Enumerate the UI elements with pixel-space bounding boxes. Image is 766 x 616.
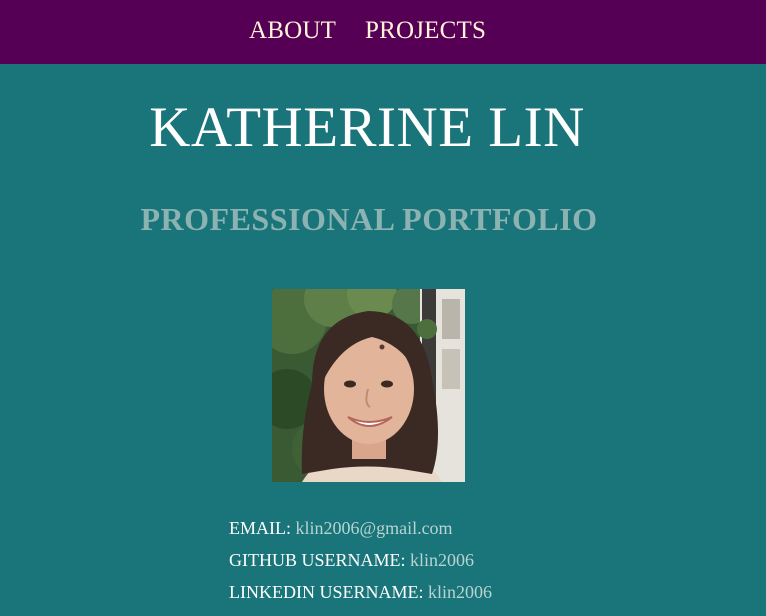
contact-linkedin-row: LINKEDIN USERNAME: klin2006 [229, 576, 492, 608]
top-navbar: ABOUT PROJECTS [0, 0, 766, 64]
linkedin-label: LINKEDIN USERNAME: [229, 582, 424, 602]
contact-email-row: EMAIL: klin2006@gmail.com [229, 512, 492, 544]
email-label: EMAIL: [229, 518, 291, 538]
linkedin-value: klin2006 [427, 582, 492, 602]
profile-photo [272, 289, 465, 482]
email-value: klin2006@gmail.com [295, 518, 453, 538]
github-label: GITHUB USERNAME: [229, 550, 406, 570]
contact-info: EMAIL: klin2006@gmail.com GITHUB USERNAM… [229, 512, 492, 608]
github-value: klin2006 [410, 550, 475, 570]
nav-link-projects[interactable]: PROJECTS [365, 16, 486, 46]
nav-link-about[interactable]: ABOUT [249, 16, 336, 46]
page-subtitle: PROFESSIONAL PORTFOLIO [140, 201, 598, 237]
contact-github-row: GITHUB USERNAME: klin2006 [229, 544, 492, 576]
page-title: KATHERINE LIN [149, 96, 585, 159]
